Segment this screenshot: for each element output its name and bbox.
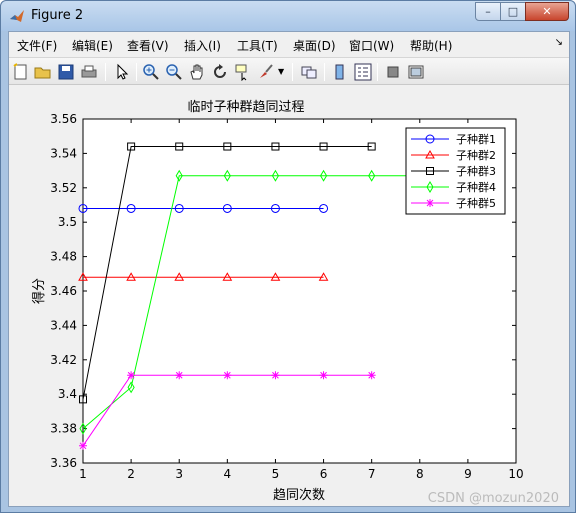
legend-icon[interactable] bbox=[354, 63, 372, 81]
y-tick-label: 3.46 bbox=[50, 284, 77, 298]
y-tick-label: 3.48 bbox=[50, 250, 77, 264]
x-tick-label: 5 bbox=[272, 467, 280, 481]
x-tick-label: 4 bbox=[224, 467, 232, 481]
data-point bbox=[426, 199, 434, 207]
print-icon[interactable] bbox=[80, 63, 98, 81]
open-icon[interactable] bbox=[34, 63, 52, 81]
show-plot-tools-icon[interactable] bbox=[407, 63, 425, 81]
close-button[interactable]: ✕ bbox=[525, 2, 569, 21]
figure-window: Figure 2 – □ ✕ 文件(F) 编辑(E) 查看(V) 插入(I) 工… bbox=[0, 0, 576, 513]
data-point bbox=[223, 371, 232, 380]
data-point bbox=[175, 371, 184, 380]
title-bar[interactable]: Figure 2 – □ ✕ bbox=[1, 1, 575, 31]
pointer-icon[interactable] bbox=[113, 63, 131, 81]
brush-dropdown-icon[interactable]: ▼ bbox=[278, 67, 284, 76]
x-tick-label: 6 bbox=[320, 467, 328, 481]
data-point bbox=[127, 371, 136, 380]
menu-overflow-icon[interactable]: ↘ bbox=[555, 37, 563, 48]
legend-label: 子种群3 bbox=[456, 164, 496, 178]
y-tick-label: 3.38 bbox=[50, 422, 77, 436]
minimize-button[interactable]: – bbox=[475, 2, 501, 21]
zoom-in-icon[interactable] bbox=[142, 63, 160, 81]
data-point bbox=[79, 441, 87, 450]
x-tick-label: 2 bbox=[127, 467, 135, 481]
y-tick-label: 3.42 bbox=[50, 353, 77, 367]
menu-bar: 文件(F) 编辑(E) 查看(V) 插入(I) 工具(T) 桌面(D) 窗口(W… bbox=[9, 32, 569, 56]
legend-label: 子种群4 bbox=[456, 180, 496, 194]
legend-label: 子种群1 bbox=[456, 132, 496, 146]
x-tick-label: 10 bbox=[508, 467, 523, 481]
x-tick-label: 1 bbox=[79, 467, 87, 481]
zoom-out-icon[interactable] bbox=[165, 63, 183, 81]
window-title: Figure 2 bbox=[31, 8, 84, 23]
toolbar: ▼ bbox=[9, 57, 569, 85]
watermark-text: CSDN @mozun2020 bbox=[427, 491, 559, 506]
chart-legend: 子种群1 子种群2 子种群3 子种群4 子种群5 bbox=[405, 127, 506, 215]
y-tick-label: 3.56 bbox=[50, 112, 77, 126]
rotate-3d-icon[interactable] bbox=[211, 63, 229, 81]
y-tick-label: 3.36 bbox=[50, 456, 77, 470]
link-icon[interactable] bbox=[300, 63, 318, 81]
y-axis-label: 得分 bbox=[31, 278, 47, 304]
menu-view[interactable]: 查看(V) bbox=[127, 37, 169, 54]
y-tick-label: 3.5 bbox=[58, 215, 77, 229]
menu-window[interactable]: 窗口(W) bbox=[349, 37, 394, 54]
menu-desktop[interactable]: 桌面(D) bbox=[293, 37, 336, 54]
brush-icon[interactable] bbox=[257, 63, 275, 81]
menu-edit[interactable]: 编辑(E) bbox=[72, 37, 113, 54]
legend-label: 子种群5 bbox=[456, 196, 496, 210]
x-axis-label: 趋同次数 bbox=[273, 487, 325, 503]
chart-title: 临时子种群趋同过程 bbox=[187, 100, 304, 115]
hide-plot-tools-icon[interactable] bbox=[384, 63, 402, 81]
data-point bbox=[367, 371, 376, 380]
new-figure-icon[interactable] bbox=[12, 63, 30, 81]
figure-canvas: 临时子种群趋同过程 1 2 3 4 5 6 7 8 9 10 3.36 3.38 3.4 3.42 3.44… bbox=[9, 86, 569, 506]
x-tick-label: 7 bbox=[368, 467, 376, 481]
matlab-logo-icon bbox=[10, 10, 24, 22]
menu-help[interactable]: 帮助(H) bbox=[410, 37, 452, 54]
maximize-button[interactable]: □ bbox=[500, 2, 526, 21]
x-tick-label: 9 bbox=[464, 467, 472, 481]
line-chart: 临时子种群趋同过程 1 2 3 4 5 6 7 8 9 10 3.36 3.38 3.4 3.42 3.44… bbox=[31, 100, 524, 503]
data-point bbox=[271, 371, 280, 380]
pan-hand-icon[interactable] bbox=[188, 63, 206, 81]
y-tick-label: 3.54 bbox=[50, 146, 77, 160]
data-point bbox=[319, 371, 328, 380]
data-cursor-icon[interactable] bbox=[234, 63, 252, 81]
menu-insert[interactable]: 插入(I) bbox=[184, 37, 221, 54]
window-client: 文件(F) 编辑(E) 查看(V) 插入(I) 工具(T) 桌面(D) 窗口(W… bbox=[8, 31, 570, 507]
y-tick-label: 3.44 bbox=[50, 318, 77, 332]
save-icon[interactable] bbox=[57, 63, 75, 81]
x-tick-label: 3 bbox=[175, 467, 183, 481]
menu-file[interactable]: 文件(F) bbox=[17, 37, 57, 54]
legend-label: 子种群2 bbox=[456, 148, 496, 162]
y-tick-label: 3.52 bbox=[50, 181, 77, 195]
y-tick-label: 3.4 bbox=[58, 387, 77, 401]
menu-tools[interactable]: 工具(T) bbox=[237, 37, 278, 54]
colorbar-icon[interactable] bbox=[331, 63, 349, 81]
x-tick-label: 8 bbox=[416, 467, 424, 481]
